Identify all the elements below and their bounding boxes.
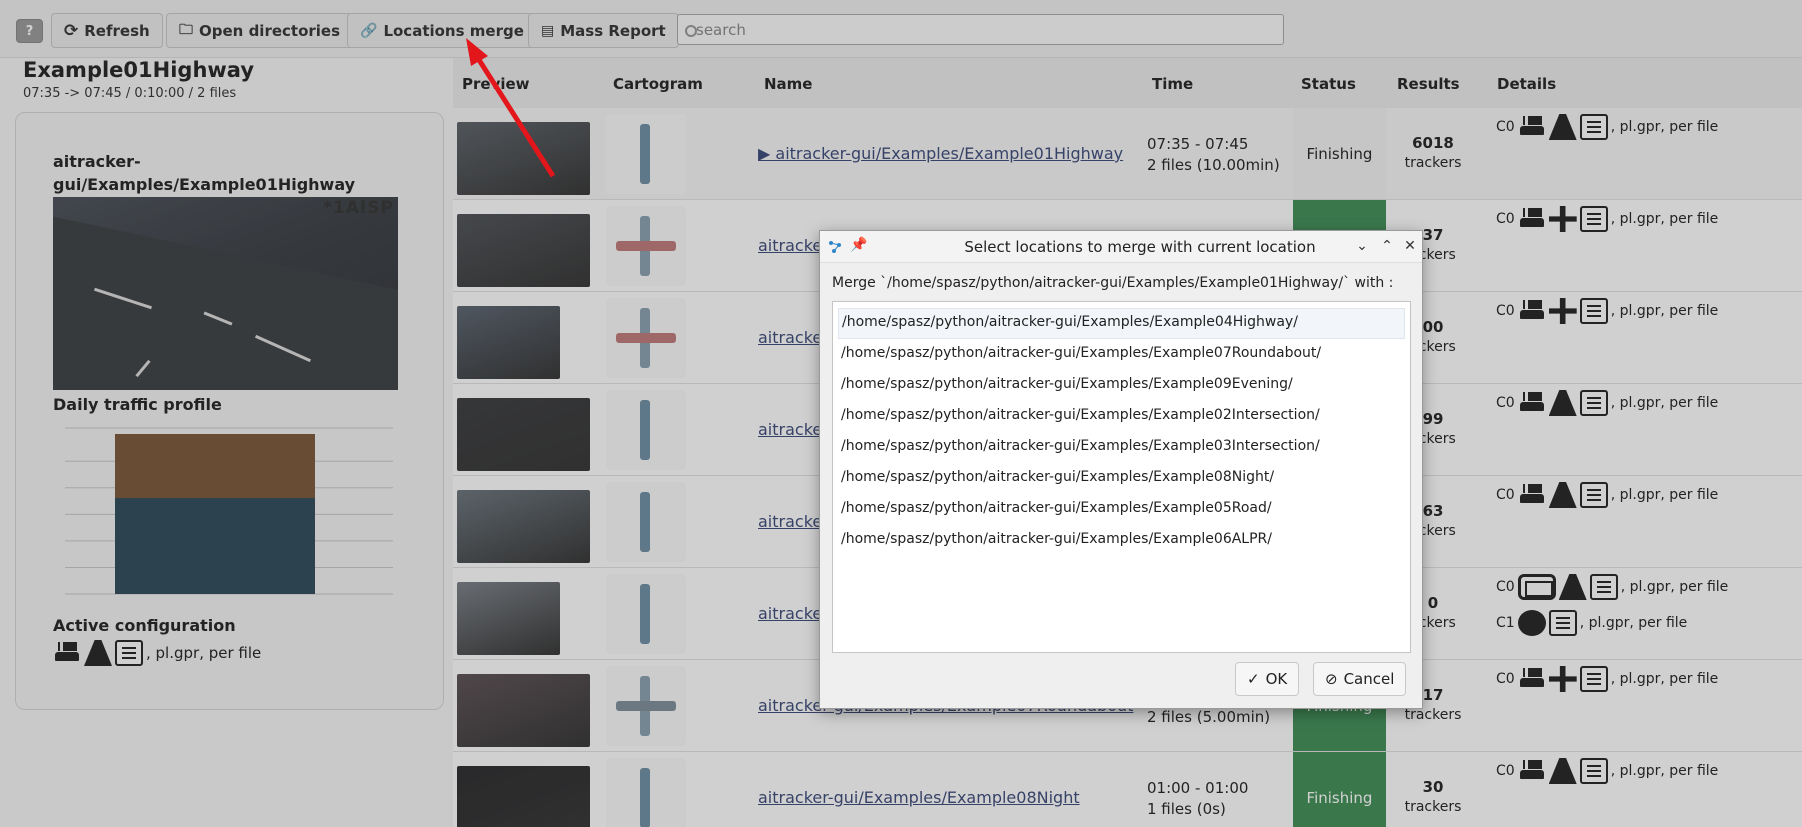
app-icon bbox=[829, 241, 841, 253]
merge-dialog: 📌 Select locations to merge with current… bbox=[819, 230, 1423, 709]
dialog-title: Select locations to merge with current l… bbox=[964, 238, 1316, 256]
list-item[interactable]: /home/spasz/python/aitracker-gui/Example… bbox=[838, 401, 1405, 432]
ok-button[interactable]: ✓ OK bbox=[1235, 662, 1300, 696]
minimize-icon[interactable]: ⌄ bbox=[1352, 236, 1372, 256]
cancel-icon: ⊘ bbox=[1325, 670, 1338, 688]
cancel-button[interactable]: ⊘ Cancel bbox=[1313, 662, 1407, 696]
locations-list[interactable]: /home/spasz/python/aitracker-gui/Example… bbox=[832, 301, 1411, 653]
list-item[interactable]: /home/spasz/python/aitracker-gui/Example… bbox=[838, 308, 1405, 339]
cancel-label: Cancel bbox=[1343, 670, 1395, 688]
list-item[interactable]: /home/spasz/python/aitracker-gui/Example… bbox=[838, 525, 1405, 556]
dialog-titlebar[interactable]: 📌 Select locations to merge with current… bbox=[820, 231, 1422, 263]
list-item[interactable]: /home/spasz/python/aitracker-gui/Example… bbox=[838, 494, 1405, 525]
list-item[interactable]: /home/spasz/python/aitracker-gui/Example… bbox=[838, 463, 1405, 494]
pin-icon[interactable]: 📌 bbox=[850, 237, 867, 253]
check-icon: ✓ bbox=[1247, 670, 1260, 688]
list-item[interactable]: /home/spasz/python/aitracker-gui/Example… bbox=[838, 432, 1405, 463]
merge-label: Merge `/home/spasz/python/aitracker-gui/… bbox=[832, 275, 1394, 291]
ok-label: OK bbox=[1265, 670, 1288, 688]
close-icon[interactable]: ✕ bbox=[1400, 236, 1420, 256]
list-item[interactable]: /home/spasz/python/aitracker-gui/Example… bbox=[838, 370, 1405, 401]
maximize-icon[interactable]: ⌃ bbox=[1377, 236, 1397, 256]
list-item[interactable]: /home/spasz/python/aitracker-gui/Example… bbox=[838, 339, 1405, 370]
